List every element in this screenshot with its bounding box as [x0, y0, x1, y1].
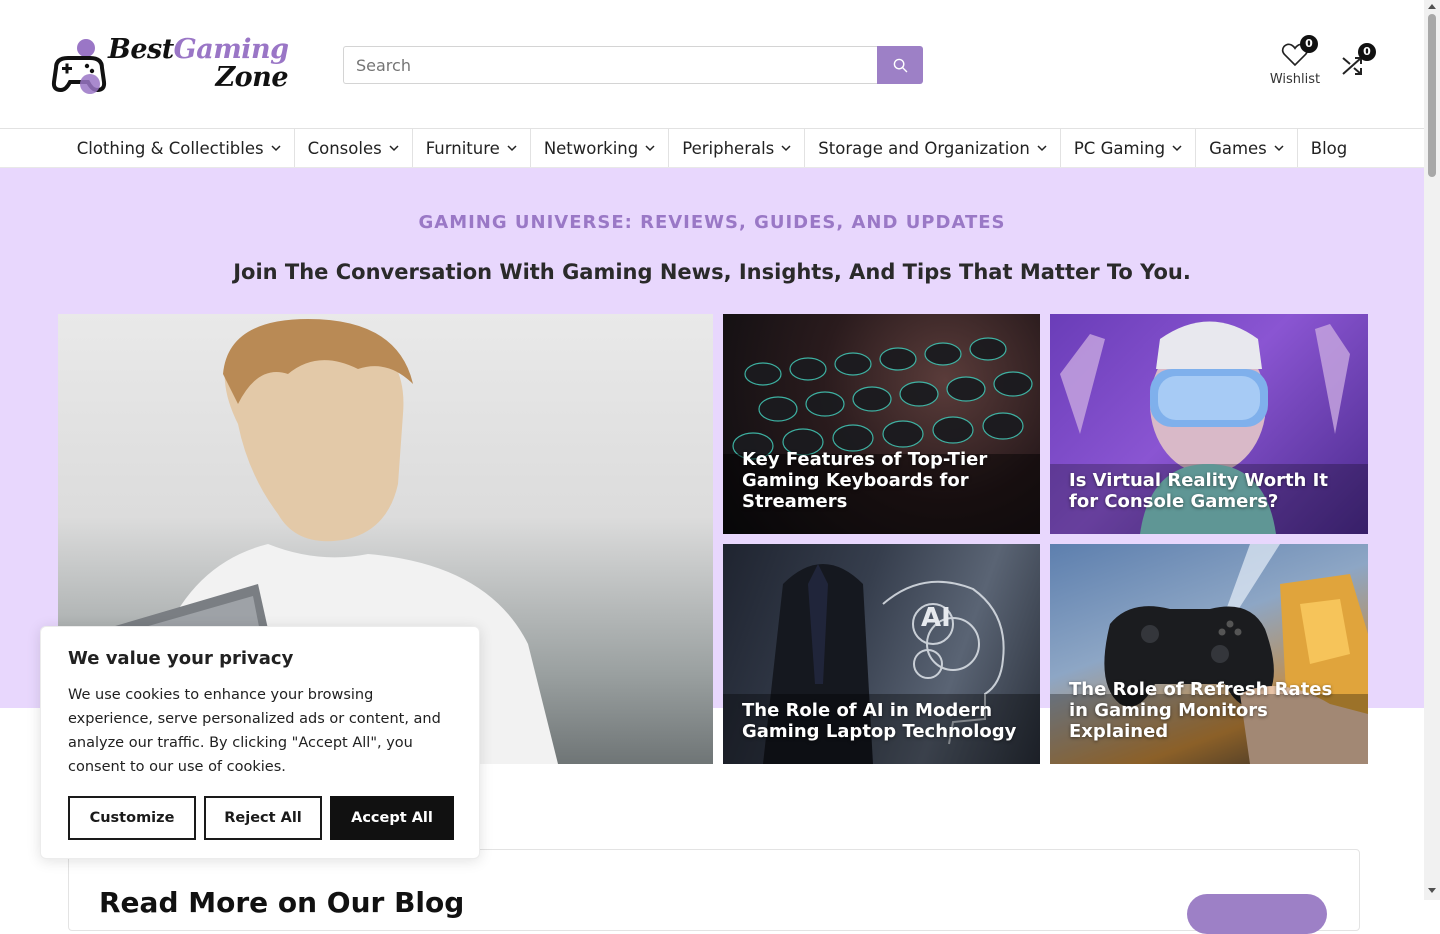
chevron-down-icon — [507, 144, 517, 151]
logo-word-gaming: Gaming — [173, 34, 289, 65]
chevron-down-icon — [389, 144, 399, 151]
nav-item-storage-organization[interactable]: Storage and Organization — [805, 129, 1061, 167]
post-card-vr[interactable]: Is Virtual Reality Worth It for Console … — [1050, 314, 1368, 534]
logo-word-best: Best — [108, 34, 174, 65]
nav-item-label: Consoles — [307, 138, 382, 158]
chevron-down-icon — [271, 144, 281, 151]
nav-item-consoles[interactable]: Consoles — [295, 129, 413, 167]
nav-item-games[interactable]: Games — [1196, 129, 1298, 167]
wishlist-link[interactable]: 0 Wishlist — [1266, 35, 1324, 90]
svg-text:AI: AI — [921, 603, 951, 633]
compare-link[interactable]: 0 — [1340, 43, 1376, 80]
hero-title: Join The Conversation With Gaming News, … — [233, 260, 1191, 284]
nav-item-label: Storage and Organization — [818, 138, 1030, 158]
cookie-consent-banner: We value your privacy We use cookies to … — [40, 626, 480, 859]
cookie-title: We value your privacy — [68, 648, 294, 669]
scroll-up-arrow-icon[interactable] — [1428, 4, 1436, 9]
chevron-down-icon — [1037, 144, 1047, 151]
nav-item-blog[interactable]: Blog — [1298, 129, 1360, 167]
nav-item-networking[interactable]: Networking — [531, 129, 670, 167]
site-header: BestGaming Zone 0 Wishlist 0 — [0, 0, 1424, 128]
wishlist-label: Wishlist — [1269, 72, 1321, 87]
hero-eyebrow: GAMING UNIVERSE: REVIEWS, GUIDES, AND UP… — [418, 212, 1006, 233]
post-card-title: Is Virtual Reality Worth It for Console … — [1069, 470, 1328, 512]
nav-item-label: Blog — [1310, 138, 1348, 158]
blog-heading: Read More on Our Blog — [99, 886, 465, 919]
post-card-ai[interactable]: AI The Role of AI in Modern Gaming Lapto… — [723, 544, 1040, 764]
gamepad-icon — [51, 39, 107, 94]
scrollbar-thumb[interactable] — [1428, 14, 1436, 177]
nav-item-label: Games — [1209, 138, 1267, 158]
site-logo[interactable]: BestGaming Zone — [50, 36, 300, 96]
nav-item-label: Clothing & Collectibles — [76, 138, 264, 158]
nav-item-furniture[interactable]: Furniture — [413, 129, 531, 167]
logo-word-zone: Zone — [215, 62, 288, 93]
nav-item-peripherals[interactable]: Peripherals — [669, 129, 806, 167]
chevron-down-icon — [1172, 144, 1182, 151]
nav-item-label: Networking — [543, 138, 639, 158]
post-card-title: The Role of AI in Modern Gaming Laptop T… — [742, 700, 1017, 742]
logo-wordmark: BestGaming Zone — [108, 36, 298, 92]
post-card-title: The Role of Refresh Rates in Gaming Moni… — [1069, 679, 1333, 742]
chevron-down-icon — [645, 144, 655, 151]
post-card-keyboards[interactable]: Key Features of Top-Tier Gaming Keyboard… — [723, 314, 1040, 534]
customize-button[interactable]: Customize — [68, 796, 196, 840]
chevron-down-icon — [1274, 144, 1284, 151]
scroll-down-arrow-icon[interactable] — [1428, 888, 1436, 893]
nav-item-pc-gaming[interactable]: PC Gaming — [1061, 129, 1197, 167]
chevron-down-icon — [781, 144, 791, 151]
search-icon — [893, 58, 907, 72]
search-button[interactable] — [877, 46, 923, 84]
main-nav: Clothing & Collectibles Consoles Furnitu… — [0, 128, 1424, 168]
page-scrollbar[interactable] — [1424, 0, 1440, 900]
nav-item-label: Peripherals — [682, 138, 775, 158]
nav-item-label: PC Gaming — [1073, 138, 1166, 158]
post-card-title: Key Features of Top-Tier Gaming Keyboard… — [742, 449, 988, 512]
accept-all-button[interactable]: Accept All — [330, 796, 454, 840]
cookie-text: We use cookies to enhance your browsing … — [68, 687, 441, 775]
search-input[interactable] — [343, 46, 877, 84]
compare-count-badge: 0 — [1358, 43, 1376, 61]
post-card-refresh[interactable]: The Role of Refresh Rates in Gaming Moni… — [1050, 544, 1368, 764]
search-bar — [343, 46, 923, 84]
wishlist-count-badge: 0 — [1300, 35, 1318, 53]
nav-item-label: Furniture — [425, 138, 500, 158]
reject-all-button[interactable]: Reject All — [204, 796, 322, 840]
nav-item-clothing-collectibles[interactable]: Clothing & Collectibles — [64, 129, 295, 167]
blog-cta-button[interactable] — [1187, 894, 1327, 934]
blog-section: Read More on Our Blog — [68, 849, 1360, 934]
